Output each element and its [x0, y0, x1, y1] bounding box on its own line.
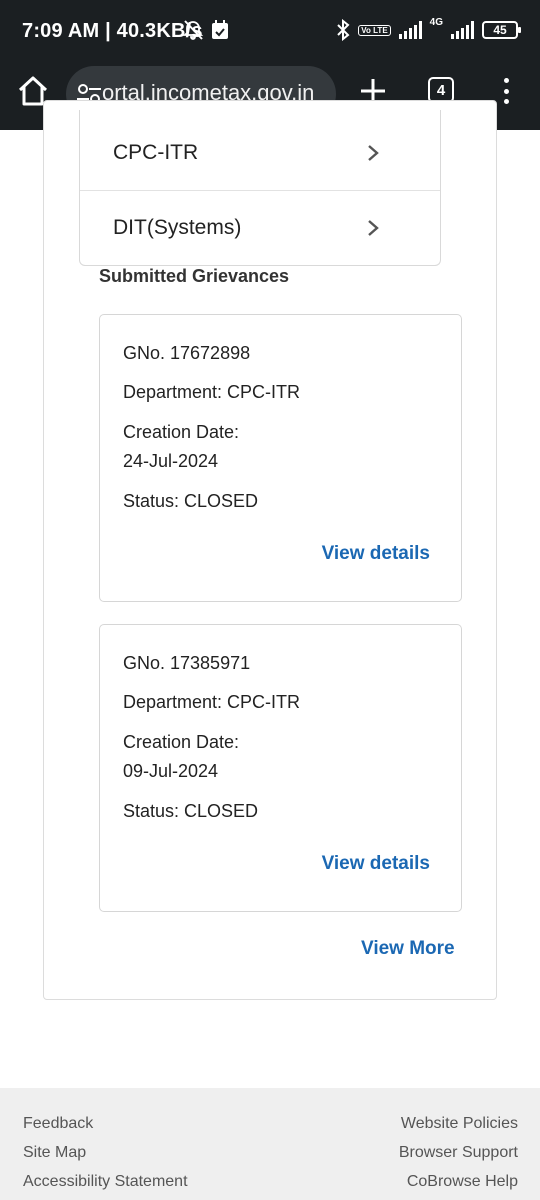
bluetooth-icon: [337, 19, 350, 41]
network-gen-label: 4G: [429, 17, 443, 28]
chevron-right-icon: [368, 145, 379, 161]
battery-icon: 45: [482, 21, 521, 39]
more-menu-icon[interactable]: [496, 76, 516, 106]
grievance-card: GNo. 17672898 Department: CPC-ITR Creati…: [99, 314, 462, 602]
view-details-link[interactable]: View details: [322, 853, 430, 875]
view-more-link[interactable]: View More: [361, 938, 455, 960]
department-item-cpc-itr[interactable]: CPC-ITR: [80, 116, 440, 190]
status-system-icons: Vo LTE 4G 45: [336, 17, 521, 41]
section-title: Submitted Grievances: [99, 266, 290, 286]
calendar-check-icon: [212, 20, 228, 39]
grievance-number: GNo. 17672898: [123, 343, 251, 363]
footer-link-website-policies[interactable]: Website Policies: [401, 1115, 518, 1133]
department-list: CPC-ITR DIT(Systems): [79, 110, 441, 266]
grievance-department: Department: CPC-ITR: [123, 692, 301, 712]
view-details-link[interactable]: View details: [322, 543, 430, 565]
grievance-number: GNo. 17385971: [123, 653, 251, 673]
department-label: DIT(Systems): [113, 216, 242, 239]
footer-link-browser-support[interactable]: Browser Support: [399, 1144, 518, 1162]
signal-icon-2: [451, 21, 474, 39]
creation-date-value: 09-Jul-2024: [123, 761, 219, 781]
creation-date-label: Creation Date:: [123, 732, 240, 752]
grievance-department: Department: CPC-ITR: [123, 382, 301, 402]
footer-link-feedback[interactable]: Feedback: [23, 1115, 93, 1133]
department-item-dit-systems[interactable]: DIT(Systems): [80, 190, 440, 265]
footer-link-cobrowse-help[interactable]: CoBrowse Help: [407, 1173, 518, 1191]
volte-badge: Vo LTE: [358, 24, 391, 36]
grievance-status: Status: CLOSED: [123, 491, 259, 511]
site-footer: Feedback Site Map Accessibility Statemen…: [0, 1088, 540, 1200]
creation-date-value: 24-Jul-2024: [123, 451, 219, 471]
department-label: CPC-ITR: [113, 141, 199, 164]
grievance-card: GNo. 17385971 Department: CPC-ITR Creati…: [99, 624, 462, 912]
chevron-right-icon: [368, 220, 379, 236]
footer-link-site-map[interactable]: Site Map: [23, 1144, 86, 1162]
creation-date-label: Creation Date:: [123, 422, 240, 442]
footer-link-accessibility[interactable]: Accessibility Statement: [23, 1173, 188, 1191]
grievance-status: Status: CLOSED: [123, 801, 259, 821]
signal-icon: [398, 21, 422, 39]
status-notification-icons: [182, 19, 230, 41]
mute-icon: [182, 20, 204, 40]
status-time-speed: 7:09 AM | 40.3KB/s: [22, 20, 203, 42]
status-bar: 7:09 AM | 40.3KB/s Vo LTE 4G 45: [0, 0, 540, 62]
